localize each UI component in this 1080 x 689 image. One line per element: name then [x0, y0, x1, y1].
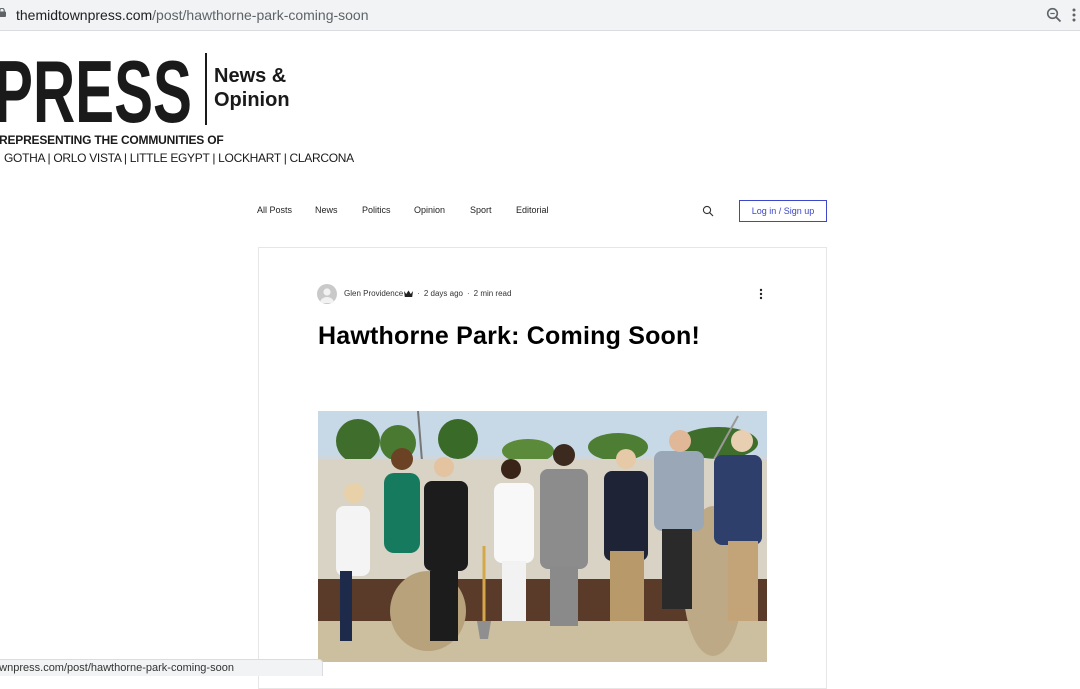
logo-subtitle-line2: Opinion: [214, 89, 290, 111]
lock-icon: [0, 8, 6, 17]
more-vert-icon[interactable]: [1071, 7, 1077, 23]
url-domain: themidtownpress.com: [16, 7, 153, 23]
crown-icon: [404, 290, 414, 297]
status-bar: townpress.com/post/hawthorne-park-coming…: [0, 659, 323, 676]
logo-subtitle: News & Opinion: [214, 64, 290, 112]
author-avatar[interactable]: [317, 284, 337, 304]
post-cover-photo: [318, 411, 767, 662]
logo-text: PRESS: [0, 46, 192, 126]
site-logo[interactable]: PRESS: [0, 46, 195, 126]
nav-opinion[interactable]: Opinion: [414, 205, 445, 215]
url-text[interactable]: themidtownpress.com/post/hawthorne-park-…: [16, 7, 369, 23]
meta-separator: ·: [417, 289, 420, 298]
url-path: /post/hawthorne-park-coming-soon: [152, 7, 369, 23]
communities-list: GOTHA | ORLO VISTA | LITTLE EGYPT | LOCK…: [4, 151, 354, 165]
post-more-icon[interactable]: [759, 288, 763, 300]
login-signup-button[interactable]: Log in / Sign up: [739, 200, 827, 222]
post-date: 2 days ago: [423, 289, 463, 298]
search-icon[interactable]: [702, 205, 714, 217]
avatar-icon: [320, 288, 334, 303]
masthead-tagline: REPRESENTING THE COMMUNITIES OF: [0, 133, 224, 147]
status-url: townpress.com/post/hawthorne-park-coming…: [0, 662, 234, 674]
read-time: 2 min read: [473, 289, 512, 298]
post-meta: Glen Providence · 2 days ago · 2 min read: [344, 289, 511, 298]
logo-subtitle-line1: News &: [214, 65, 287, 87]
logo-divider: [205, 53, 207, 125]
nav-news[interactable]: News: [315, 205, 338, 215]
zoom-icon[interactable]: [1046, 7, 1062, 23]
meta-separator: ·: [466, 289, 470, 298]
post-title: Hawthorne Park: Coming Soon!: [318, 322, 701, 350]
nav-politics[interactable]: Politics: [362, 205, 391, 215]
nav-all-posts[interactable]: All Posts: [257, 205, 292, 215]
author-name[interactable]: Glen Providence: [344, 289, 403, 298]
nav-sport[interactable]: Sport: [470, 205, 492, 215]
nav-editorial[interactable]: Editorial: [516, 205, 549, 215]
browser-address-bar[interactable]: themidtownpress.com/post/hawthorne-park-…: [0, 0, 1080, 31]
